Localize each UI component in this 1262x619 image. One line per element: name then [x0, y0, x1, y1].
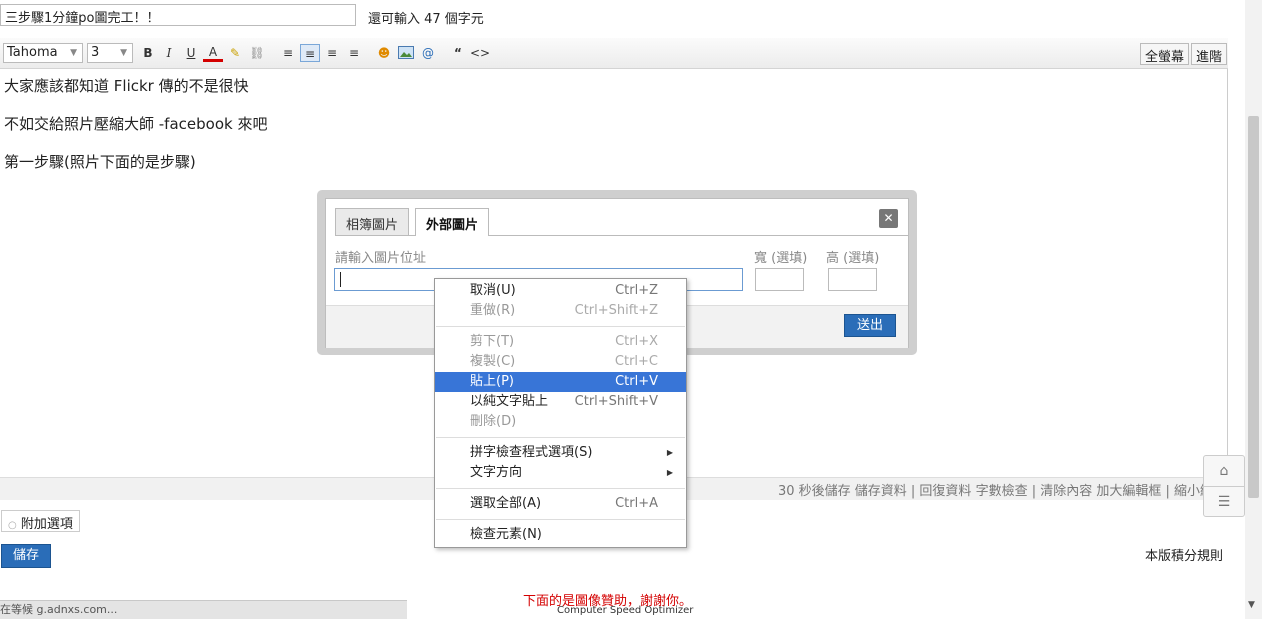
font-family-value: Tahoma	[7, 45, 58, 60]
link-icon[interactable]: ⛓	[247, 44, 267, 62]
height-input[interactable]	[828, 268, 877, 291]
image-icon[interactable]	[396, 44, 416, 62]
italic-button[interactable]: I	[159, 44, 179, 62]
menu-item-label: 剪下(T)	[470, 334, 515, 349]
menu-item-shortcut: Ctrl+Z	[615, 283, 658, 298]
menu-separator	[436, 326, 685, 327]
menu-separator	[436, 488, 685, 489]
save-button[interactable]: 儲存	[1, 544, 51, 568]
quote-button[interactable]: “	[448, 44, 468, 62]
extra-options-label: 附加選項	[20, 517, 73, 532]
scroll-top-icon[interactable]: ⌂	[1204, 456, 1244, 487]
font-size-select[interactable]: 3 ▼	[87, 43, 133, 63]
close-icon[interactable]: ✕	[879, 209, 898, 228]
chevron-down-icon: ▼	[70, 48, 77, 58]
tab-external-images[interactable]: 外部圖片	[415, 208, 490, 236]
menu-separator	[436, 437, 685, 438]
menu-item-redo[interactable]: 重做(R) Ctrl+Shift+Z	[435, 301, 686, 321]
menu-item-spellcheck[interactable]: 拼字檢查程式選項(S) ▶	[435, 443, 686, 463]
menu-item-label: 刪除(D)	[470, 414, 517, 429]
menu-item-label: 取消(U)	[470, 283, 516, 298]
menu-item-label: 貼上(P)	[470, 374, 514, 389]
char-counter: 還可輸入 47 個字元	[368, 12, 484, 27]
menu-separator	[436, 519, 685, 520]
bullet-icon: ○	[8, 520, 17, 531]
menu-item-label: 重做(R)	[470, 303, 516, 318]
editor-paragraph: 不如交給照片壓縮大師 -facebook 來吧	[4, 115, 268, 133]
url-label: 請輸入圖片位址	[335, 251, 427, 266]
menu-item-label: 拼字檢查程式選項(S)	[470, 445, 593, 460]
scrollbar-thumb[interactable]	[1248, 116, 1259, 498]
extra-options-button[interactable]: ○ 附加選項	[1, 510, 80, 532]
menu-item-label: 檢查元素(N)	[470, 527, 542, 542]
align-right-icon[interactable]: ≡	[344, 44, 364, 62]
menu-item-label: 複製(C)	[470, 354, 516, 369]
menu-item-select-all[interactable]: 選取全部(A) Ctrl+A	[435, 494, 686, 514]
menu-item-shortcut: Ctrl+X	[615, 334, 658, 349]
list-icon[interactable]: ☰	[1204, 487, 1244, 517]
align-justify-icon[interactable]: ≡	[300, 44, 320, 62]
advanced-button[interactable]: 進階	[1191, 43, 1228, 65]
menu-item-inspect[interactable]: 檢查元素(N)	[435, 525, 686, 545]
title-input[interactable]: 三步驟1分鐘po圖完工！！	[0, 4, 356, 26]
menu-item-paste-plain[interactable]: 以純文字貼上 Ctrl+Shift+V	[435, 392, 686, 412]
menu-item-shortcut: Ctrl+A	[615, 496, 658, 511]
tab-album-images[interactable]: 相簿圖片	[335, 208, 410, 235]
menu-item-shortcut: Ctrl+C	[614, 354, 658, 369]
menu-item-text-direction[interactable]: 文字方向 ▶	[435, 463, 686, 483]
chevron-down-icon: ▼	[120, 48, 127, 58]
menu-item-label: 選取全部(A)	[470, 496, 542, 511]
menu-item-label: 以純文字貼上	[470, 394, 549, 409]
font-color-button[interactable]: A	[203, 44, 223, 62]
submit-button[interactable]: 送出	[844, 314, 896, 337]
scroll-down-arrow-icon[interactable]: ▼	[1248, 600, 1255, 610]
highlight-icon[interactable]: ✎	[225, 44, 245, 62]
align-center-icon[interactable]: ≡	[322, 44, 342, 62]
editor-status-links[interactable]: 30 秒後儲存 儲存資料 | 回復資料 字數檢查 | 清除內容 加大編輯框 | …	[778, 480, 1226, 499]
browser-status-bar: 在等候 g.adnxs.com...	[0, 600, 407, 619]
fullscreen-button[interactable]: 全螢幕	[1140, 43, 1190, 65]
font-family-select[interactable]: Tahoma ▼	[3, 43, 83, 63]
side-scroll-widget: ⌂ ☰	[1203, 455, 1245, 517]
menu-item-shortcut: Ctrl+Shift+Z	[574, 303, 658, 318]
menu-item-copy[interactable]: 複製(C) Ctrl+C	[435, 352, 686, 372]
submenu-arrow-icon: ▶	[666, 468, 673, 477]
align-left-icon[interactable]: ≡	[278, 44, 298, 62]
menu-item-label: 文字方向	[470, 465, 523, 480]
font-size-value: 3	[91, 45, 100, 60]
menu-item-shortcut: Ctrl+Shift+V	[574, 394, 658, 409]
code-button[interactable]: <>	[470, 44, 490, 62]
menu-item-paste[interactable]: 貼上(P) Ctrl+V	[435, 372, 686, 392]
width-input[interactable]	[755, 268, 804, 291]
ad-subtitle[interactable]: Computer Speed Optimizer	[557, 605, 693, 616]
menu-item-undo[interactable]: 取消(U) Ctrl+Z	[435, 281, 686, 301]
menu-item-cut[interactable]: 剪下(T) Ctrl+X	[435, 332, 686, 352]
menu-item-shortcut: Ctrl+V	[615, 374, 658, 389]
rules-link[interactable]: 本版積分規則	[1145, 545, 1223, 564]
width-label: 寬 (選填)	[754, 251, 808, 266]
bold-button[interactable]: B	[138, 44, 158, 62]
email-icon[interactable]: @	[418, 44, 438, 62]
text-caret	[340, 272, 341, 287]
submenu-arrow-icon: ▶	[666, 448, 673, 457]
emoticon-icon[interactable]: ☻	[374, 44, 394, 62]
menu-item-delete[interactable]: 刪除(D)	[435, 412, 686, 432]
editor-paragraph: 第一步驟(照片下面的是步驟)	[4, 153, 196, 171]
height-label: 高 (選填)	[826, 251, 880, 266]
editor-paragraph: 大家應該都知道 Flickr 傳的不是很快	[4, 77, 249, 95]
underline-button[interactable]: U	[181, 44, 201, 62]
